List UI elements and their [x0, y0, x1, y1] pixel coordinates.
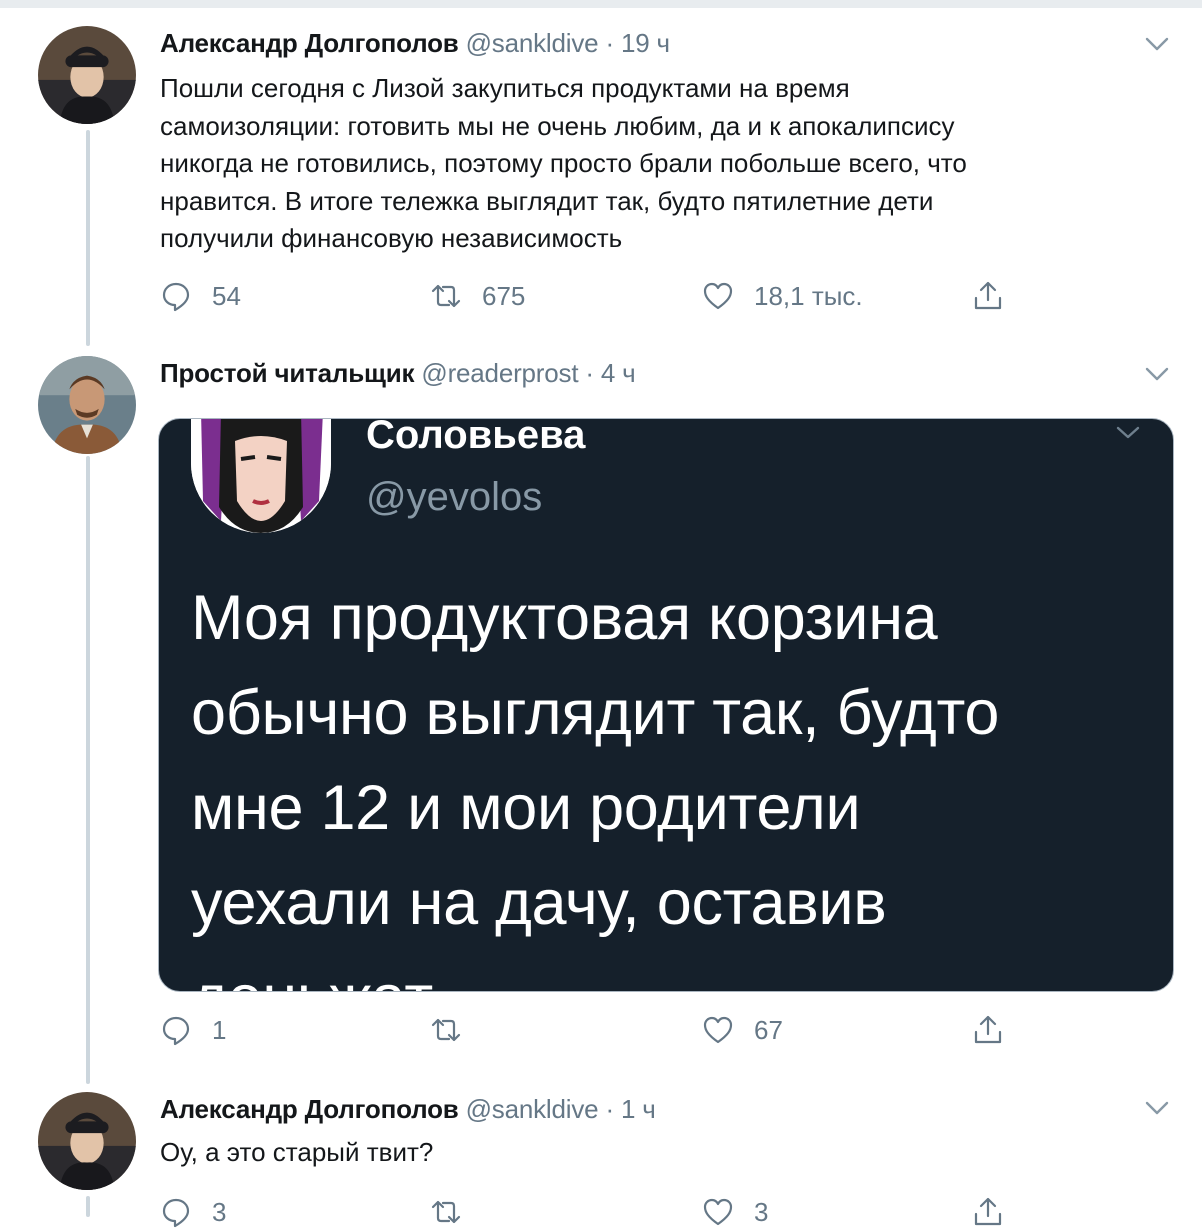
chevron-down-icon	[1116, 426, 1140, 439]
reply-icon	[162, 1198, 190, 1228]
reply-count: 3	[212, 1196, 227, 1227]
tweet-header: Александр Долгополов @sankldive · 1 ч	[160, 1094, 656, 1125]
embedded-tweet-text: Моя продуктовая корзина обычно выглядит …	[191, 571, 1171, 991]
timestamp[interactable]: 1 ч	[621, 1094, 656, 1124]
chevron-down-icon[interactable]	[1143, 1098, 1171, 1118]
tweet-actions: 54 675 18,1 тыс.	[160, 280, 1040, 316]
separator: ·	[605, 1094, 614, 1124]
embedded-tweet-image[interactable]: Соловьева @yevolos Моя продуктовая корзи…	[158, 418, 1174, 992]
reply-count: 54	[212, 280, 241, 311]
like-button[interactable]: 18,1 тыс.	[702, 280, 863, 312]
like-count: 3	[754, 1196, 769, 1227]
thread-line	[86, 456, 90, 1084]
text-line: Моя продуктовая корзина	[191, 583, 938, 653]
author-handle[interactable]: @readerprost	[421, 358, 578, 388]
author-handle[interactable]: @sankldive	[466, 1094, 599, 1124]
author-name[interactable]: Александр Долгополов	[160, 1094, 459, 1124]
retweet-icon	[431, 1018, 461, 1042]
author-name[interactable]: Александр Долгополов	[160, 28, 459, 58]
separator: ·	[605, 28, 614, 58]
avatar[interactable]	[38, 356, 136, 454]
tweet-header: Простой читальщик @readerprost · 4 ч	[160, 358, 636, 389]
reply-button[interactable]: 1	[160, 1014, 226, 1046]
reply-count: 1	[212, 1014, 227, 1045]
share-button[interactable]	[972, 280, 1024, 312]
avatar[interactable]	[38, 1092, 136, 1190]
retweet-button[interactable]: 675	[430, 280, 525, 312]
heart-icon	[703, 1016, 733, 1044]
embedded-avatar	[191, 419, 331, 533]
retweet-icon	[431, 1200, 461, 1224]
share-icon	[974, 281, 1002, 310]
avatar-photo	[38, 26, 136, 124]
reply-icon	[162, 282, 190, 312]
share-button[interactable]	[972, 1014, 1024, 1046]
retweet-button[interactable]	[430, 1014, 482, 1046]
text-line: самоизоляции: готовить мы не очень любим…	[160, 110, 955, 141]
text-line: обычно выглядит так, будто	[191, 678, 1000, 748]
like-count: 67	[754, 1014, 783, 1045]
embedded-author-handle: @yevolos	[366, 475, 543, 519]
text-line: Пошли сегодня с Лизой закупиться продукт…	[160, 73, 850, 103]
text-line: мне 12 и мои родители	[191, 773, 861, 843]
author-name[interactable]: Простой читальщик	[160, 358, 415, 388]
chevron-down-icon[interactable]	[1143, 364, 1171, 384]
share-icon	[974, 1015, 1002, 1044]
chevron-down-icon[interactable]	[1143, 34, 1171, 54]
retweet-count: 675	[482, 280, 526, 311]
reply-icon	[162, 1016, 190, 1046]
tweet-text: Оу, а это старый твит?	[160, 1137, 434, 1167]
author-handle[interactable]: @sankldive	[466, 28, 599, 58]
heart-icon	[703, 1198, 733, 1226]
heart-icon	[703, 282, 733, 310]
share-button[interactable]	[972, 1196, 1024, 1228]
share-icon	[974, 1197, 1002, 1226]
tweet-header: Александр Долгополов @sankldive · 19 ч	[160, 28, 670, 59]
retweet-icon	[431, 284, 461, 308]
separator: ·	[585, 358, 594, 388]
reply-button[interactable]: 54	[160, 280, 241, 312]
thread-line	[86, 130, 90, 346]
like-count: 18,1 тыс.	[754, 280, 863, 311]
top-divider	[0, 0, 1202, 8]
avatar-photo	[38, 1092, 136, 1190]
text-line: уехали на дачу, оставив	[191, 868, 887, 938]
text-line: деньжат	[191, 951, 1171, 991]
timestamp[interactable]: 4 ч	[601, 358, 636, 388]
avatar-photo	[38, 356, 136, 454]
text-line: получили финансовую независимость	[160, 223, 623, 253]
avatar-illustration	[191, 419, 331, 533]
tweet-text: Пошли сегодня с Лизой закупиться продукт…	[160, 70, 967, 258]
like-button[interactable]: 67	[702, 1014, 783, 1046]
like-button[interactable]: 3	[702, 1196, 768, 1228]
tweet-actions: 3 3	[160, 1196, 1040, 1232]
avatar[interactable]	[38, 26, 136, 124]
retweet-button[interactable]	[430, 1196, 482, 1228]
thread-line	[86, 1196, 90, 1217]
text-line: нравится. В итоге тележка выглядит так, …	[160, 185, 934, 216]
tweet-actions: 1 67	[160, 1014, 1040, 1050]
timestamp[interactable]: 19 ч	[621, 28, 670, 58]
reply-button[interactable]: 3	[160, 1196, 226, 1228]
embedded-author-name: Соловьева	[366, 418, 586, 457]
text-line: никогда не готовились, поэтому просто бр…	[160, 148, 967, 178]
